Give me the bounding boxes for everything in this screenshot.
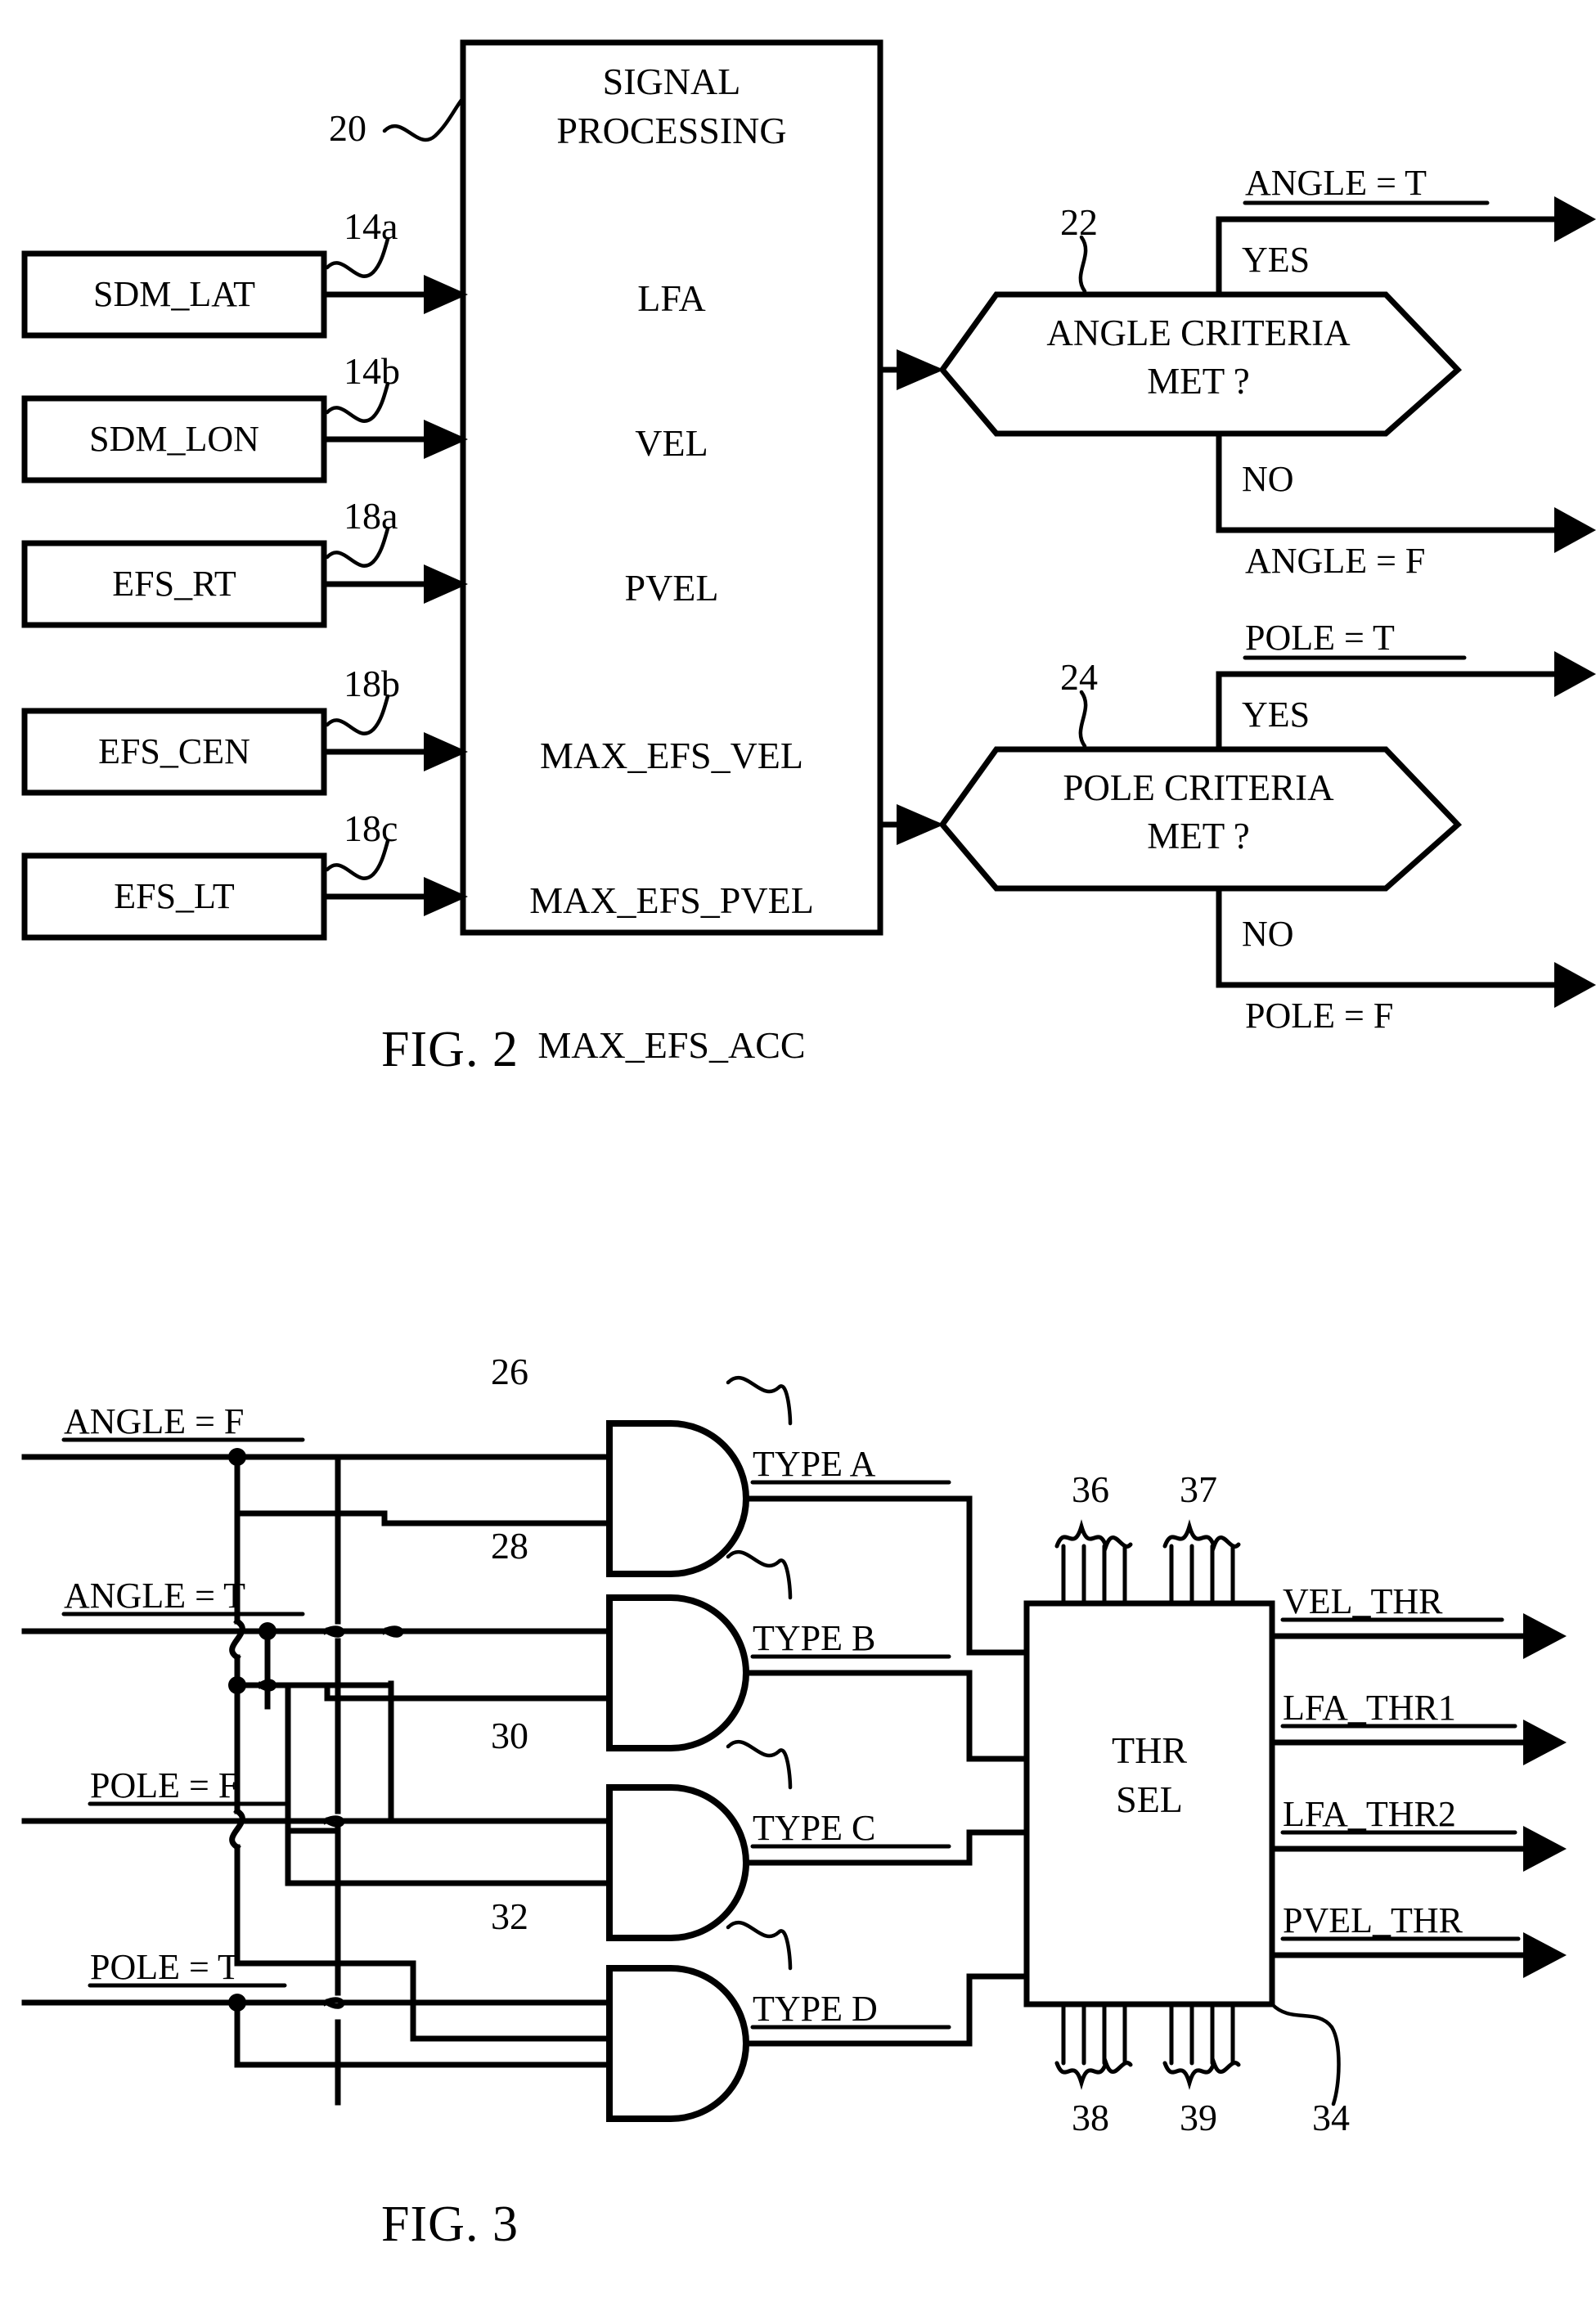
ref-numeral-34: 34	[1312, 2097, 1350, 2138]
ref-numeral-39: 39	[1180, 2097, 1217, 2138]
processing-item-max-efs-vel: MAX_EFS_VEL	[539, 735, 804, 776]
input-box-efs-rt: EFS_RT	[112, 564, 236, 604]
ref-numeral-32: 32	[491, 1895, 528, 1937]
ref-numeral-37: 37	[1180, 1468, 1217, 1510]
decision-angle-criteria: ANGLE CRITERIA MET ?	[965, 309, 1432, 406]
ref-numeral-38: 38	[1072, 2097, 1109, 2138]
ref-numeral-30: 30	[491, 1715, 528, 1756]
processing-item-lfa: LFA	[637, 277, 706, 319]
output-pole-true: POLE = T	[1245, 618, 1395, 658]
output-pole-false: POLE = F	[1245, 996, 1394, 1036]
gate-output-type-c: TYPE C	[753, 1808, 876, 1848]
decision-angle-line2: MET ?	[1147, 361, 1250, 402]
ref-numeral-26: 26	[491, 1351, 528, 1392]
thr-sel-output-lfa-thr1: LFA_THR1	[1283, 1688, 1456, 1728]
decision-pole-yes-label: YES	[1242, 695, 1311, 735]
decision-pole-line2: MET ?	[1147, 816, 1250, 857]
ref-numeral-22: 22	[1060, 201, 1098, 243]
ref-numeral-14b: 14b	[344, 350, 400, 392]
signal-processing-title-line2: PROCESSING	[556, 110, 787, 151]
gate-output-type-b: TYPE B	[753, 1618, 876, 1658]
thr-sel-label: THR SEL	[1027, 1726, 1272, 1824]
signal-label-pole-false: POLE = F	[90, 1765, 239, 1805]
ref-numeral-14a: 14a	[344, 205, 398, 247]
decision-angle-line1: ANGLE CRITERIA	[1046, 312, 1351, 353]
ref-numeral-36: 36	[1072, 1468, 1109, 1510]
signal-label-pole-true: POLE = T	[90, 1947, 240, 1987]
decision-angle-no-label: NO	[1242, 459, 1294, 499]
figure-caption-fig3: FIG. 3	[381, 2196, 519, 2252]
thr-sel-output-pvel-thr: PVEL_THR	[1283, 1900, 1463, 1940]
signal-label-angle-true: ANGLE = T	[64, 1576, 245, 1616]
gate-output-type-a: TYPE A	[753, 1444, 876, 1484]
ref-numeral-20: 20	[329, 107, 366, 149]
ref-numeral-28: 28	[491, 1525, 528, 1567]
input-box-sdm-lat: SDM_LAT	[92, 274, 256, 314]
thr-sel-line2: SEL	[1116, 1778, 1183, 1820]
decision-pole-no-label: NO	[1242, 914, 1294, 954]
output-angle-true: ANGLE = T	[1245, 163, 1427, 203]
processing-item-vel: VEL	[635, 422, 708, 464]
processing-item-pvel: PVEL	[624, 567, 719, 609]
ref-numeral-18b: 18b	[344, 663, 400, 704]
ref-numeral-18a: 18a	[344, 495, 398, 537]
input-box-efs-cen: EFS_CEN	[98, 731, 250, 771]
input-box-efs-lt: EFS_LT	[114, 876, 235, 916]
gate-output-type-d: TYPE D	[753, 1989, 878, 2029]
signal-label-angle-false: ANGLE = F	[64, 1401, 245, 1441]
thr-sel-output-vel-thr: VEL_THR	[1283, 1581, 1443, 1621]
decision-pole-line1: POLE CRITERIA	[1063, 767, 1334, 808]
ref-numeral-24: 24	[1060, 656, 1098, 698]
signal-processing-title: SIGNAL PROCESSING	[463, 57, 880, 155]
figure-caption-fig2: FIG. 2	[381, 1022, 519, 1077]
thr-sel-output-lfa-thr2: LFA_THR2	[1283, 1794, 1456, 1834]
signal-processing-title-line1: SIGNAL	[602, 61, 741, 102]
input-box-sdm-lon: SDM_LON	[89, 419, 259, 459]
thr-sel-line1: THR	[1112, 1729, 1187, 1771]
output-angle-false: ANGLE = F	[1245, 541, 1426, 581]
ref-numeral-18c: 18c	[344, 807, 398, 849]
decision-angle-yes-label: YES	[1242, 240, 1311, 280]
patent-drawing-page: SIGNAL PROCESSING LFA VEL PVEL MAX_EFS_V…	[0, 0, 1596, 2320]
decision-pole-criteria: POLE CRITERIA MET ?	[965, 764, 1432, 861]
processing-item-max-efs-pvel: MAX_EFS_PVEL	[529, 879, 814, 921]
